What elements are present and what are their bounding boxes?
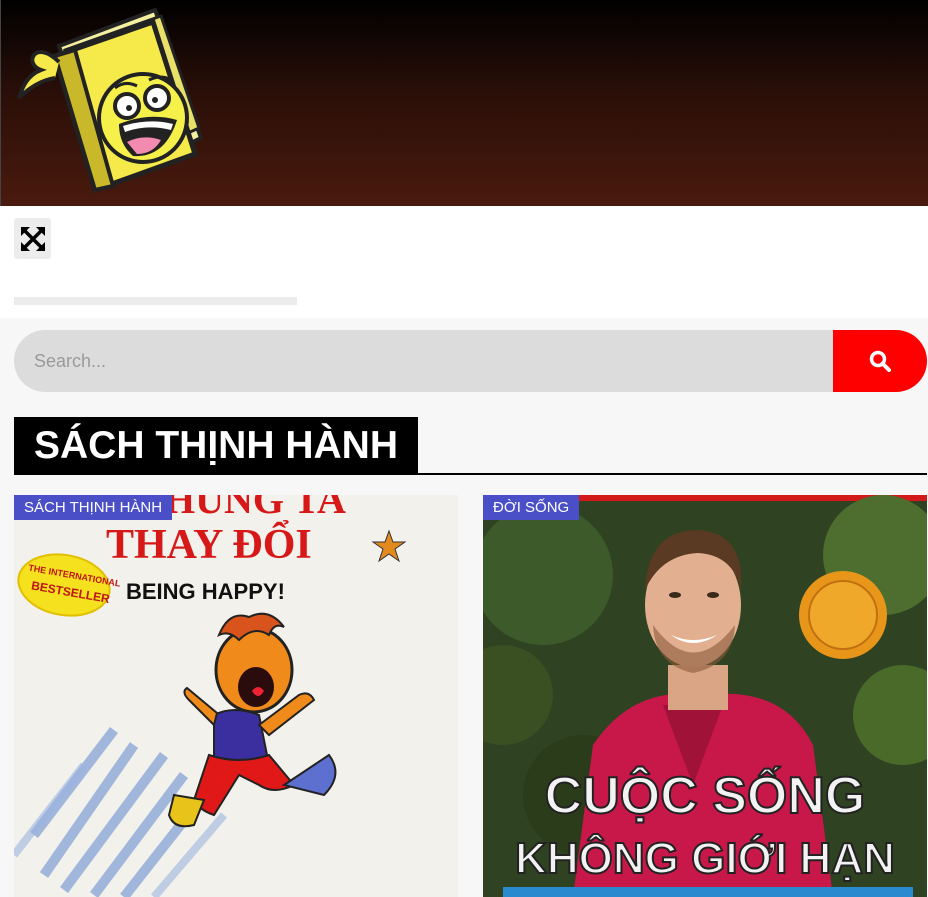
expand-icon (20, 226, 45, 251)
category-badge[interactable]: SÁCH THỊNH HÀNH (14, 495, 173, 520)
site-header (0, 0, 928, 206)
book-cover-image[interactable]: HÚNG TA THAY ĐỔI BEING HAPPY! THE INTERN… (14, 495, 458, 897)
search-button[interactable] (833, 330, 927, 392)
cover-title: THAY ĐỔI (106, 519, 312, 568)
cover-subtitle: BEING HAPPY! (126, 579, 285, 604)
category-badge[interactable]: ĐỜI SỐNG (483, 495, 580, 520)
book-mascot-logo-icon[interactable] (15, 8, 205, 196)
book-card[interactable]: CUỘC SỐNG KHÔNG GIỚI HẠN ĐỜI SỐNG (483, 495, 927, 897)
search-form (14, 330, 927, 392)
expand-button[interactable] (14, 218, 51, 259)
cover-title-top: HÚNG TA (164, 495, 346, 522)
cover-subtitle: KHÔNG GIỚI HẠN (515, 832, 895, 883)
section-title: SÁCH THỊNH HÀNH (14, 417, 418, 474)
search-input[interactable] (14, 330, 833, 392)
cover-title: CUỘC SỐNG (545, 766, 866, 825)
section-divider (14, 473, 927, 475)
search-icon (869, 350, 891, 372)
menu-placeholder-bar (14, 297, 297, 305)
book-card[interactable]: HÚNG TA THAY ĐỔI BEING HAPPY! THE INTERN… (14, 495, 458, 897)
book-cover-image[interactable]: CUỘC SỐNG KHÔNG GIỚI HẠN (483, 495, 927, 897)
